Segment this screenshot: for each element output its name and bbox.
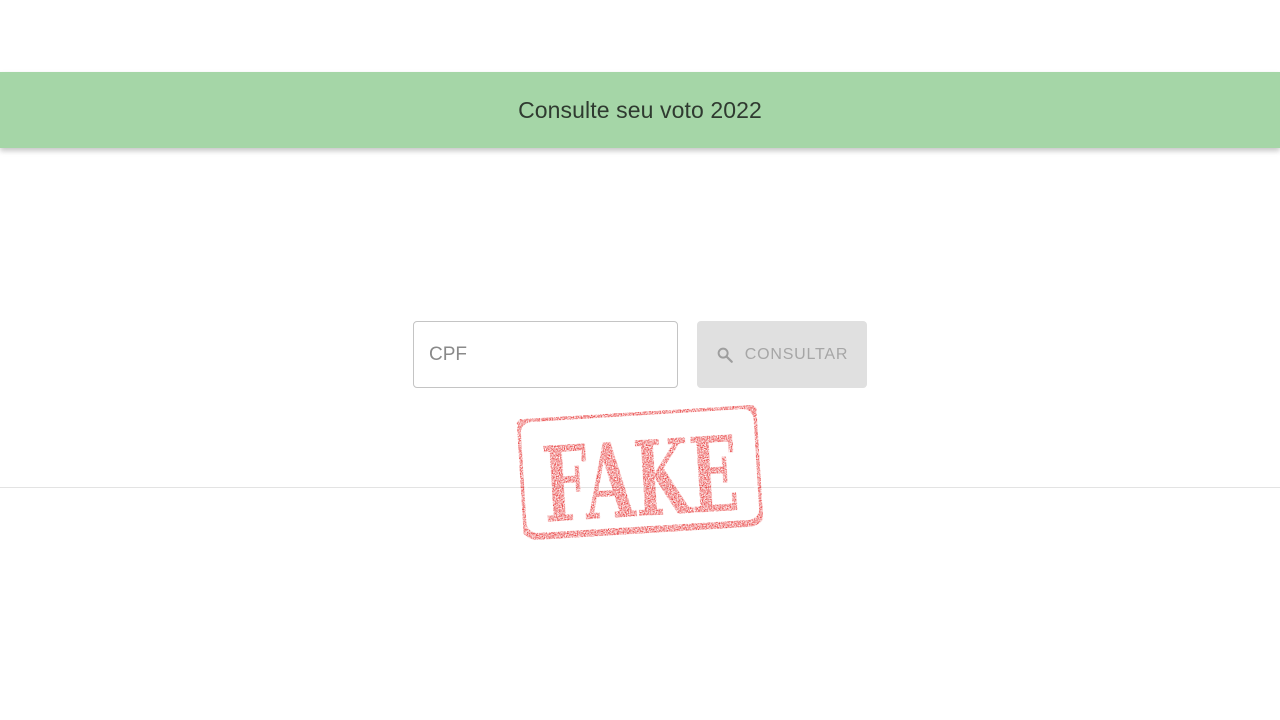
consult-button-label: CONSULTAR xyxy=(744,345,849,363)
header-bar: Consulte seu voto 2022 xyxy=(0,72,1280,148)
consult-button[interactable]: CONSULTAR xyxy=(697,321,867,388)
page: Consulte seu voto 2022 CONSULTAR xyxy=(0,0,1280,720)
page-title: Consulte seu voto 2022 xyxy=(518,96,762,123)
cpf-input[interactable] xyxy=(413,321,678,388)
fake-stamp: FAKE xyxy=(506,398,774,548)
stamp-text: FAKE xyxy=(539,412,742,544)
vote-lookup-form: CONSULTAR xyxy=(413,321,867,388)
search-icon xyxy=(716,346,734,364)
